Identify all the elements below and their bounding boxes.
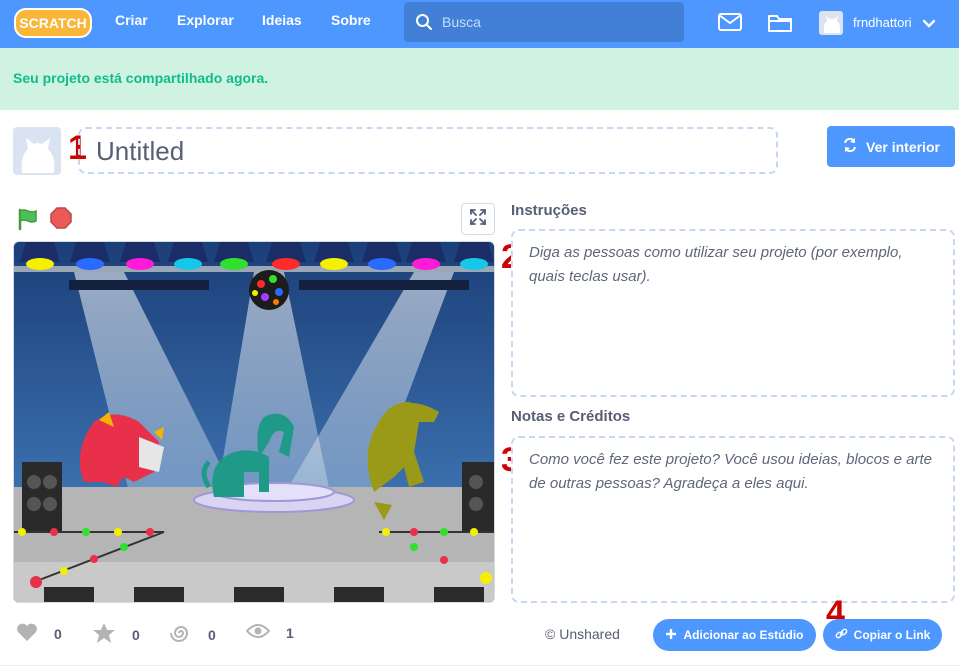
favorite-count: 0 (132, 626, 140, 643)
username[interactable]: frndhattori (853, 15, 912, 30)
link-icon (835, 627, 848, 643)
remix-swirl-icon (170, 622, 192, 647)
search-icon (415, 13, 433, 36)
green-flag-icon[interactable] (16, 207, 40, 236)
nav-link-about[interactable]: Sobre (331, 12, 371, 28)
notes-label: Notas e Créditos (511, 408, 631, 425)
footer-divider (0, 665, 959, 666)
see-inside-label: Ver interior (866, 138, 940, 155)
project-title-input[interactable] (96, 135, 756, 167)
view-stat: 1 (245, 622, 294, 643)
banner-message: Seu projeto está compartilhado agora. (13, 70, 269, 86)
remix-icon (842, 137, 858, 156)
top-nav: SCRATCH Criar Explorar Ideias Sobre frnd… (0, 0, 959, 48)
remix-stat: 0 (170, 622, 216, 647)
chevron-down-icon[interactable] (922, 16, 936, 34)
notes-field[interactable] (511, 436, 955, 603)
project-stage[interactable] (13, 241, 495, 603)
mail-icon[interactable] (717, 12, 743, 37)
notes-textarea[interactable] (529, 448, 939, 594)
disco-ball (249, 270, 289, 310)
love-count: 0 (54, 625, 62, 642)
view-count: 1 (286, 624, 294, 641)
copy-link-label: Copiar o Link (853, 628, 931, 642)
instructions-textarea[interactable] (529, 241, 939, 389)
fullscreen-icon (470, 208, 486, 230)
stop-icon[interactable] (50, 207, 72, 234)
plus-icon (665, 628, 677, 643)
star-icon (92, 622, 116, 647)
heart-icon (16, 622, 38, 645)
instructions-field[interactable] (511, 229, 955, 397)
nav-link-create[interactable]: Criar (115, 12, 148, 28)
sharing-status: © Unshared (545, 626, 620, 642)
add-to-studio-label: Adicionar ao Estúdio (683, 628, 804, 642)
search-input[interactable] (442, 2, 678, 42)
fullscreen-button[interactable] (461, 203, 495, 235)
search-bar (404, 2, 684, 42)
folder-icon[interactable] (767, 11, 793, 38)
love-stat[interactable]: 0 (16, 622, 62, 645)
nav-link-ideas[interactable]: Ideias (262, 12, 302, 28)
favorite-stat[interactable]: 0 (92, 622, 140, 647)
copy-link-button[interactable]: Copiar o Link (823, 619, 942, 651)
project-author-avatar[interactable] (13, 127, 61, 175)
scratch-logo[interactable]: SCRATCH (14, 8, 92, 38)
add-to-studio-button[interactable]: Adicionar ao Estúdio (653, 619, 816, 651)
project-title-field[interactable] (78, 127, 778, 174)
nav-link-explore[interactable]: Explorar (177, 12, 234, 28)
logo-text: SCRATCH (19, 15, 86, 31)
see-inside-button[interactable]: Ver interior (827, 126, 955, 167)
user-avatar[interactable] (819, 11, 843, 35)
instructions-label: Instruções (511, 202, 587, 219)
eye-icon (245, 622, 271, 643)
shared-banner: Seu projeto está compartilhado agora. (0, 48, 959, 110)
remix-count: 0 (208, 626, 216, 643)
